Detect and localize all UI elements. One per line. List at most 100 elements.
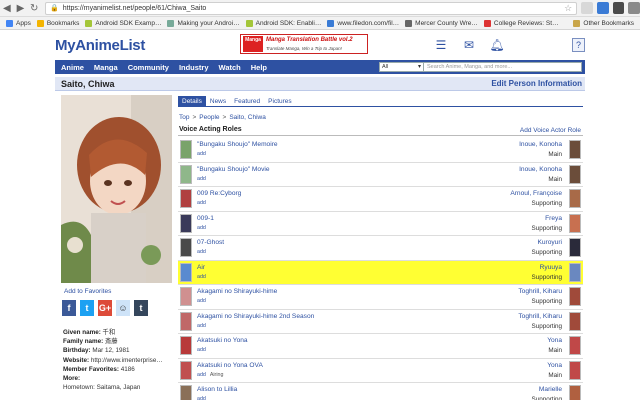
character-thumbnail[interactable] (569, 385, 581, 400)
add-label[interactable]: add (197, 323, 206, 329)
anime-title-link[interactable]: "Bungaku Shoujo" Memoire (197, 141, 278, 148)
anime-title-link[interactable]: 07-Ghost (197, 239, 224, 246)
character-name-link[interactable]: Freya (545, 215, 562, 222)
back-icon[interactable]: ◀ (0, 1, 14, 15)
anime-title-link[interactable]: Akagami no Shirayuki-hime 2nd Season (197, 313, 314, 320)
add-to-list-link[interactable]: add (197, 274, 206, 280)
character-name-link[interactable]: Marielle (539, 386, 562, 393)
breadcrumb-item[interactable]: Top (179, 114, 189, 121)
add-to-list-link[interactable]: add (197, 323, 206, 329)
character-thumbnail[interactable] (569, 287, 581, 306)
add-voice-actor-role-link[interactable]: Add Voice Actor Role (520, 127, 581, 134)
add-label[interactable]: add (197, 274, 206, 280)
extension-icon[interactable] (596, 2, 609, 14)
anime-thumbnail[interactable] (180, 189, 192, 208)
tumblr-icon[interactable]: t (134, 300, 148, 316)
character-name-link[interactable]: Yona (547, 337, 562, 344)
edit-person-link[interactable]: Edit Person Information (491, 79, 582, 88)
anime-thumbnail[interactable] (180, 213, 192, 233)
character-thumbnail[interactable] (569, 238, 581, 257)
character-name-link[interactable]: Inoue, Konoha (519, 141, 562, 148)
anime-title-link[interactable]: "Bungaku Shoujo" Movie (197, 166, 270, 173)
menu-item-watch[interactable]: Watch (214, 63, 246, 72)
add-label[interactable]: add (197, 372, 206, 378)
other-bookmarks[interactable]: Other Bookmarks (573, 19, 634, 27)
anime-thumbnail[interactable] (180, 140, 192, 159)
character-thumbnail[interactable] (569, 360, 581, 380)
bookmark-item[interactable]: www.filedon.com/fil… (327, 19, 399, 27)
character-thumbnail[interactable] (569, 336, 581, 355)
character-name-link[interactable]: Yona (547, 362, 562, 369)
bookmark-item[interactable]: Bookmarks (36, 19, 79, 27)
extension-icon[interactable] (581, 2, 593, 14)
anime-thumbnail[interactable] (180, 238, 192, 257)
extension-icon[interactable] (612, 2, 625, 14)
menu-item-anime[interactable]: Anime (55, 63, 89, 72)
anime-thumbnail[interactable] (180, 385, 192, 400)
add-label[interactable]: add (197, 151, 206, 157)
character-name-link[interactable]: Arnoul, Françoise (510, 190, 562, 197)
character-thumbnail[interactable] (569, 164, 581, 184)
bookmark-item[interactable]: Making your Androi… (167, 19, 240, 27)
anime-title-link[interactable]: Alison to Lillia (197, 386, 237, 393)
bookmark-item[interactable]: College Reviews: St… (483, 19, 559, 27)
forward-icon[interactable]: ▶ (14, 1, 28, 15)
add-to-list-link[interactable]: add (197, 200, 206, 206)
bookmark-item[interactable]: Android SDK: Enabli… (245, 19, 321, 27)
help-button[interactable]: ? (572, 38, 585, 52)
reddit-icon[interactable]: ☺ (116, 300, 130, 316)
anime-title-link[interactable]: Akagami no Shirayuki-hime (197, 288, 277, 295)
search-category-select[interactable]: All (379, 62, 424, 72)
promo-banner[interactable]: Manga Manga Translation Battle vol.2 Tra… (240, 34, 368, 54)
anime-title-link[interactable]: 009-1 (197, 215, 214, 222)
anime-title-link[interactable]: 009 Re:Cyborg (197, 190, 241, 197)
character-thumbnail[interactable] (569, 140, 581, 159)
google-plus-icon[interactable]: G+ (98, 300, 112, 316)
add-label[interactable]: add (197, 347, 206, 353)
character-name-link[interactable]: Ryuuya (540, 264, 562, 271)
menu-item-help[interactable]: Help (246, 63, 272, 72)
anime-thumbnail[interactable] (180, 360, 192, 380)
character-thumbnail[interactable] (569, 311, 581, 331)
anime-thumbnail[interactable] (180, 336, 192, 355)
anime-thumbnail[interactable] (180, 262, 192, 282)
character-thumbnail[interactable] (569, 189, 581, 208)
bookmark-item[interactable]: Android SDK Examp… (85, 19, 161, 27)
search-input[interactable]: Search Anime, Manga, and more... (424, 62, 582, 72)
reload-icon[interactable]: ↻ (27, 1, 41, 15)
bookmark-star-icon[interactable]: ☆ (564, 3, 572, 14)
character-name-link[interactable]: Toghrill, Kiharu (518, 313, 562, 320)
twitter-icon[interactable]: t (80, 300, 94, 316)
site-logo[interactable]: MyAnimeList (55, 37, 145, 54)
anime-thumbnail[interactable] (180, 311, 192, 331)
character-thumbnail[interactable] (569, 213, 581, 233)
add-label[interactable]: add (197, 298, 206, 304)
add-to-list-link[interactable]: add (197, 347, 206, 353)
add-to-favorites-link[interactable]: Add to Favorites (64, 288, 111, 295)
mail-icon[interactable]: ✉ (461, 38, 477, 52)
character-thumbnail[interactable] (569, 262, 581, 282)
list-icon[interactable]: ☰ (433, 38, 449, 52)
character-name-link[interactable]: Toghrill, Kiharu (518, 288, 562, 295)
add-label[interactable]: add (197, 176, 206, 182)
anime-title-link[interactable]: Akatsuki no Yona (197, 337, 248, 344)
bookmark-item[interactable]: Apps (6, 19, 31, 27)
anime-title-link[interactable]: Akatsuki no Yona OVA (197, 362, 263, 369)
address-bar[interactable]: 🔒 https://myanimelist.net/people/61/Chiw… (45, 1, 578, 15)
add-to-list-link[interactable]: add (197, 225, 206, 231)
anime-thumbnail[interactable] (180, 287, 192, 306)
add-to-list-link[interactable]: add (197, 396, 206, 400)
menu-icon[interactable] (628, 2, 640, 14)
breadcrumb-item[interactable]: Saito, Chiwa (229, 114, 266, 121)
menu-item-manga[interactable]: Manga (89, 63, 123, 72)
bookmark-item[interactable]: Mercer County Wre… (405, 19, 478, 27)
add-to-list-link[interactable]: add Airing (197, 372, 223, 378)
add-to-list-link[interactable]: add (197, 298, 206, 304)
character-name-link[interactable]: Inoue, Konoha (519, 166, 562, 173)
anime-title-link[interactable]: Air (197, 264, 205, 271)
add-to-list-link[interactable]: add (197, 249, 206, 255)
character-name-link[interactable]: Kuroyuri (537, 239, 562, 246)
menu-item-industry[interactable]: Industry (174, 63, 214, 72)
menu-item-community[interactable]: Community (123, 63, 174, 72)
breadcrumb-item[interactable]: People (199, 114, 219, 121)
